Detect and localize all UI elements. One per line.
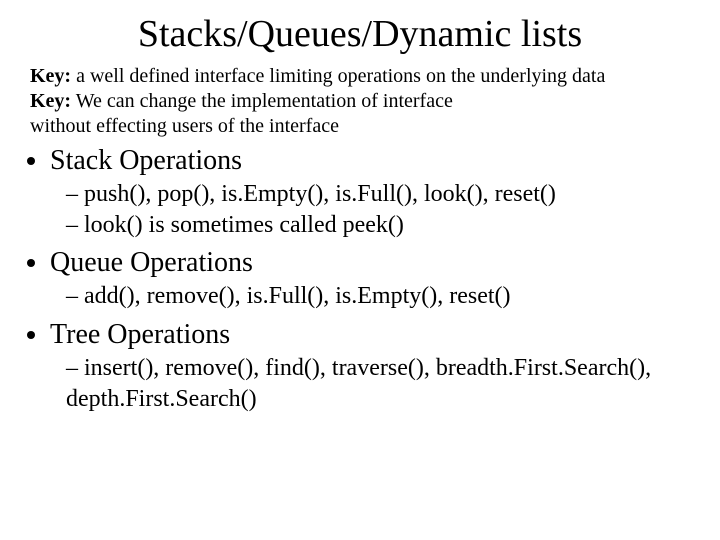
key-line-3: without effecting users of the interface [30,114,690,139]
sub-list: add(), remove(), is.Full(), is.Empty(), … [66,281,690,312]
key-line-2: Key: We can change the implementation of… [30,89,690,114]
sub-item: push(), pop(), is.Empty(), is.Full(), lo… [66,179,690,210]
key-line-1: Key: a well defined interface limiting o… [30,64,690,89]
key-text-3: without effecting users of the interface [30,115,339,137]
section-heading: Tree Operations [50,319,690,351]
key-label-1: Key: [30,65,71,87]
key-label-2: Key: [30,90,71,112]
sub-item: add(), remove(), is.Full(), is.Empty(), … [66,281,690,312]
key-section: Key: a well defined interface limiting o… [30,64,690,139]
sub-list: insert(), remove(), find(), traverse(), … [66,353,690,415]
section-heading: Stack Operations [50,145,690,177]
content-list: Stack Operations push(), pop(), is.Empty… [50,145,690,415]
slide-title: Stacks/Queues/Dynamic lists [30,12,690,56]
key-text-1: a well defined interface limiting operat… [71,65,605,87]
key-text-2: We can change the implementation of inte… [71,90,453,112]
sub-list: push(), pop(), is.Empty(), is.Full(), lo… [66,179,690,241]
section-heading: Queue Operations [50,247,690,279]
sub-item: insert(), remove(), find(), traverse(), … [66,353,690,415]
sub-item: look() is sometimes called peek() [66,210,690,241]
